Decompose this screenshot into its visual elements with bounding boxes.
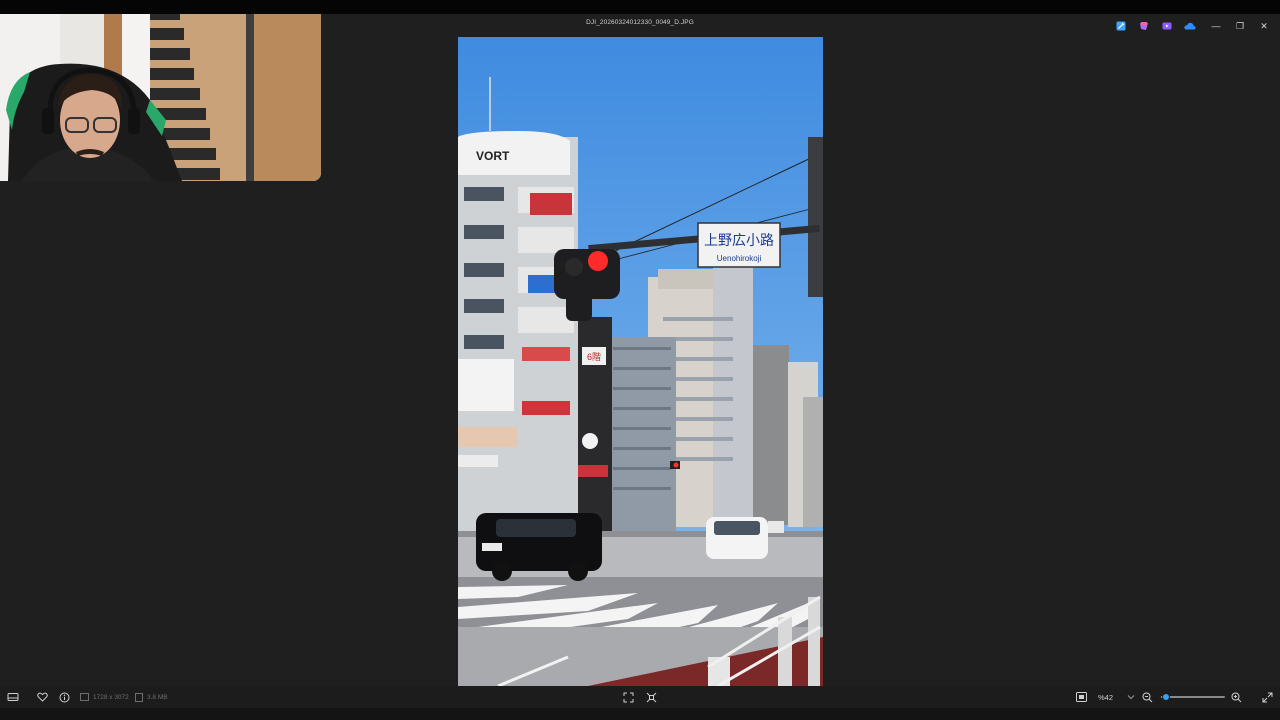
zoom-level-label: %42 [1098,692,1114,702]
photos-app-window: DJI_20260324012330_0049_D.JPG — ❐ ✕ 6階 V… [0,0,1280,720]
clipchamp-icon[interactable] [1137,19,1150,32]
file-size-icon [135,692,143,702]
filesize-info: 3.8 MB [135,690,168,704]
fit-to-window-icon[interactable] [623,690,634,704]
info-icon[interactable] [59,690,70,704]
bottom-edge [0,708,1280,720]
image-size-icon [80,693,89,701]
zoom-slider[interactable] [1161,693,1225,701]
close-button[interactable]: ✕ [1252,17,1276,35]
edit-icon[interactable] [1114,19,1127,32]
street-sign-en-text: Uenohirokoji [717,254,762,263]
restore-button[interactable]: ❐ [1228,17,1252,35]
video-editor-icon[interactable] [1160,19,1173,32]
zoom-dropdown[interactable]: %42 [1098,690,1135,704]
window-controls: — ❐ ✕ [1204,17,1276,35]
favorite-heart-icon[interactable] [37,690,48,704]
building-sign-text: VORT [476,149,510,163]
image-dimensions: 1728 x 3072 [93,693,129,701]
floor-sign-text: 6階 [587,352,601,362]
chevron-down-icon [1127,695,1135,700]
zoom-slider-track[interactable] [1161,696,1225,698]
titlebar-app-icons [1114,19,1196,32]
minimize-button[interactable]: — [1204,17,1228,35]
actual-size-icon[interactable] [1076,690,1087,704]
window-title: DJI_20260324012330_0049_D.JPG [586,19,694,26]
file-size: 3.8 MB [147,693,168,701]
fullscreen-expand-icon[interactable] [646,690,657,704]
street-sign-jp-text: 上野広小路 [704,233,774,249]
photo-viewer-image[interactable]: 6階 VORT 上野広小路 Uenohirokoji [458,37,823,686]
filmstrip-icon[interactable] [7,690,19,704]
top-strip [0,0,1280,14]
title-bar: DJI_20260324012330_0049_D.JPG — ❐ ✕ [0,14,1280,38]
zoom-in-icon[interactable] [1231,690,1242,704]
onedrive-icon[interactable] [1183,19,1196,32]
bottom-toolbar [0,686,1280,708]
zoom-out-icon[interactable] [1142,690,1153,704]
expand-diagonal-icon[interactable] [1262,690,1273,704]
dimensions-info: 1728 x 3072 [80,690,129,704]
